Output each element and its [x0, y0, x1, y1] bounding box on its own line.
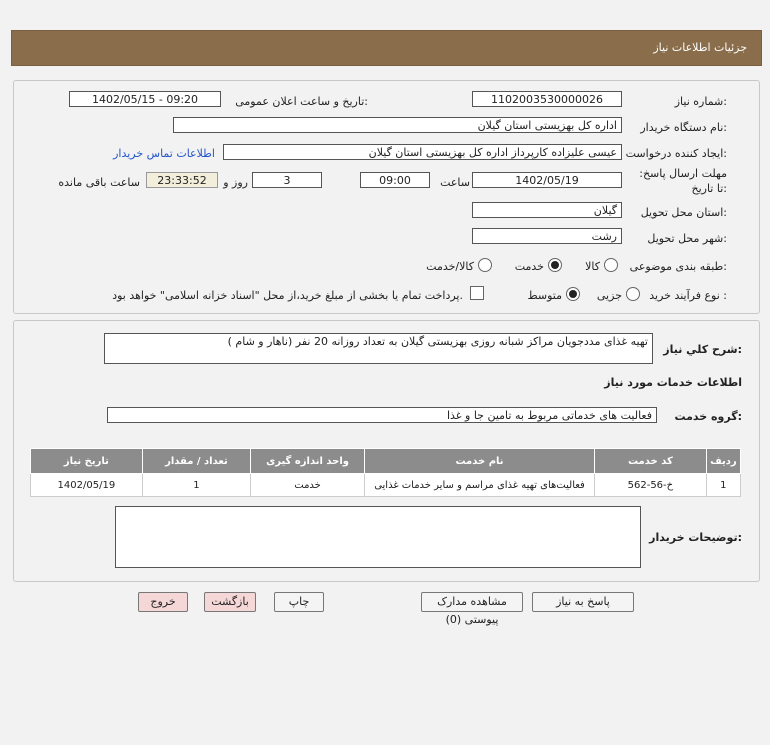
buyer-notes-field: [115, 506, 641, 568]
city-label: شهر محل تحویل:: [647, 232, 727, 245]
col-quantity: تعداد / مقدار: [141, 448, 252, 474]
process-label: نوع فرآیند خرید :: [649, 289, 727, 302]
category-label: طبقه بندی موضوعی:: [629, 260, 727, 273]
cell-service-code: خ-56-562: [594, 473, 707, 497]
days-label: روز و: [223, 176, 248, 189]
cell-need-date: 1402/05/19: [30, 473, 143, 497]
page-title: جزئیات اطلاعات نیاز: [653, 41, 747, 54]
category-goods-label: کالا: [585, 260, 600, 273]
category-goods-service-label: کالا/خدمت: [426, 260, 474, 273]
process-minor-radio[interactable]: [626, 287, 640, 301]
services-section-title: اطلاعات خدمات مورد نیاز: [604, 376, 742, 389]
need-number-label: شماره نیاز:: [674, 95, 727, 108]
service-group-label: گروه خدمت:: [674, 410, 742, 423]
treasury-payment-note: پرداخت تمام یا بخشی از مبلغ خرید،از محل …: [112, 289, 463, 302]
province-field: گیلان: [472, 202, 622, 218]
cell-quantity: 1: [141, 473, 252, 497]
buyer-org-label: نام دستگاه خریدار:: [640, 121, 727, 134]
category-goods-radio[interactable]: [604, 258, 618, 272]
category-service-label: خدمت: [514, 260, 544, 273]
city-field: رشت: [472, 228, 622, 244]
deadline-date-field: 1402/05/19: [472, 172, 622, 188]
process-medium-radio[interactable]: [566, 287, 580, 301]
announce-field: 1402/05/15 - 09:20: [69, 91, 221, 107]
col-row: ردیف: [705, 448, 742, 474]
reply-button[interactable]: پاسخ به نیاز: [532, 592, 634, 612]
requester-field: عیسی علیزاده کارپرداز اداره کل بهزیستی ا…: [223, 144, 622, 160]
deadline-time-field: 09:00: [360, 172, 430, 188]
requester-label: ایجاد کننده درخواست:: [625, 147, 727, 160]
summary-label: شرح کلي نیاز:: [663, 343, 742, 356]
treasury-payment-checkbox[interactable]: [470, 286, 484, 300]
col-need-date: تاریخ نیاز: [30, 448, 143, 474]
days-field: 3: [252, 172, 322, 188]
page-header: جزئیات اطلاعات نیاز: [11, 30, 762, 66]
deadline-label: مهلت ارسال پاسخ: تا تاریخ:: [639, 167, 727, 195]
table-row: 1 خ-56-562 فعالیت‌های تهیه غذای مراسم و …: [30, 473, 742, 497]
need-number-field: 1102003530000026: [472, 91, 622, 107]
category-goods-service-radio[interactable]: [478, 258, 492, 272]
category-service-radio[interactable]: [548, 258, 562, 272]
province-label: استان محل تحویل:: [640, 206, 727, 219]
need-details-panel: [13, 80, 760, 314]
remaining-label: ساعت باقی مانده: [58, 176, 140, 189]
buyer-notes-label: توضیحات خریدار:: [649, 531, 742, 544]
cell-service-name: فعالیت‌های تهیه غذای مراسم و سایر خدمات …: [364, 473, 596, 497]
announce-label: تاریخ و ساعت اعلان عمومی:: [235, 95, 368, 108]
col-service-code: کد خدمت: [594, 448, 707, 474]
time-label: ساعت: [440, 176, 470, 189]
col-service-name: نام خدمت: [364, 448, 596, 474]
service-group-field: فعالیت های خدماتی مربوط به تامین جا و غذ…: [107, 407, 657, 423]
contact-buyer-link[interactable]: اطلاعات تماس خریدار: [113, 147, 215, 160]
print-button[interactable]: چاپ: [274, 592, 324, 612]
cell-unit: خدمت: [250, 473, 366, 497]
exit-button[interactable]: خروج: [138, 592, 188, 612]
process-minor-label: جزیی: [596, 289, 622, 302]
summary-field: تهیه غذای مددجویان مراکز شبانه روزی بهزی…: [104, 333, 653, 364]
services-table: ردیف کد خدمت نام خدمت واحد اندازه گیری ت…: [30, 448, 742, 497]
process-medium-label: متوسط: [527, 289, 562, 302]
back-button[interactable]: بازگشت: [204, 592, 256, 612]
buyer-org-field: اداره کل بهزیستی استان گیلان: [173, 117, 622, 133]
col-unit: واحد اندازه گیری: [250, 448, 366, 474]
cell-row: 1: [705, 473, 742, 497]
services-table-header: ردیف کد خدمت نام خدمت واحد اندازه گیری ت…: [30, 448, 742, 474]
view-attachments-button[interactable]: مشاهده مدارک پیوستی (0): [421, 592, 523, 626]
remaining-time-field: 23:33:52: [146, 172, 218, 188]
